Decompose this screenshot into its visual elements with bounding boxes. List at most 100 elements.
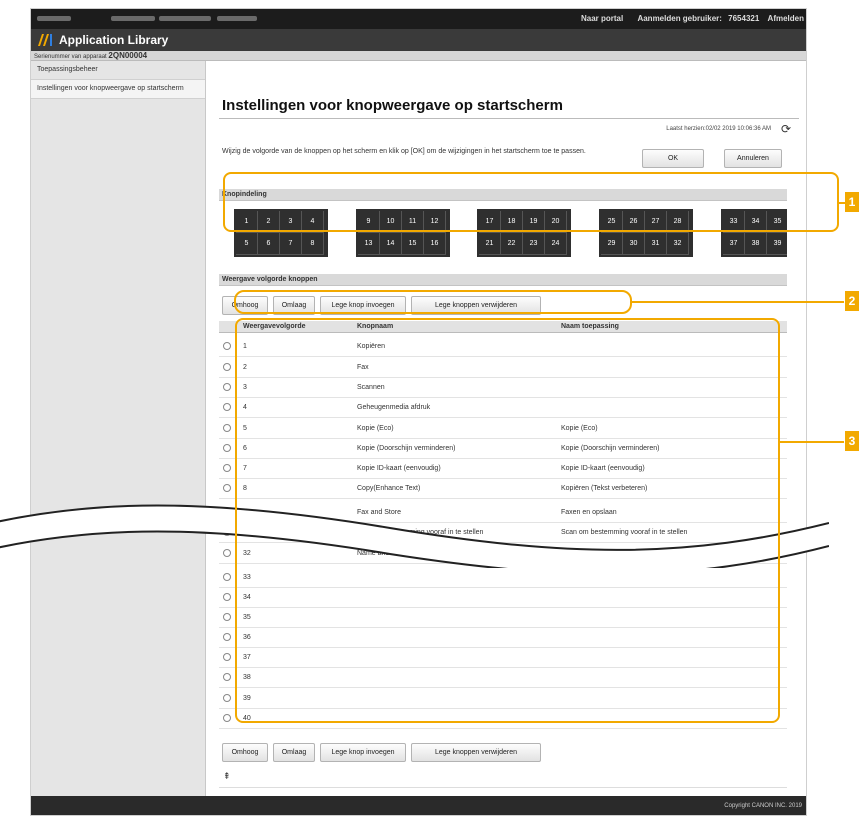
- ok-button[interactable]: OK: [642, 149, 704, 168]
- row-select-radio[interactable]: [223, 549, 231, 557]
- layout-button[interactable]: 23: [523, 233, 545, 255]
- move-up-button[interactable]: Omhoog: [222, 296, 268, 315]
- layout-button[interactable]: 7: [280, 233, 302, 255]
- row-select-radio[interactable]: [223, 464, 231, 472]
- move-down-button[interactable]: Omlaag: [273, 743, 315, 762]
- layout-button[interactable]: 13: [358, 233, 380, 255]
- layout-button[interactable]: 27: [645, 211, 667, 233]
- layout-button[interactable]: 30: [623, 233, 645, 255]
- row-select-radio[interactable]: [223, 633, 231, 641]
- table-row[interactable]: 34: [219, 588, 787, 608]
- button-group-3: 17 18 19 20 21 22 23 24: [477, 209, 571, 257]
- blurred-text: [111, 16, 155, 21]
- layout-button[interactable]: 18: [501, 211, 523, 233]
- table-row[interactable]: 2 Fax: [219, 358, 787, 378]
- layout-button[interactable]: 26: [623, 211, 645, 233]
- callout-badge-2: 2: [845, 291, 859, 311]
- cancel-button[interactable]: Annuleren: [724, 149, 782, 168]
- table-row[interactable]: 5 Kopie (Eco) Kopie (Eco): [219, 419, 787, 439]
- row-select-radio[interactable]: [223, 444, 231, 452]
- table-row[interactable]: 33: [219, 568, 787, 588]
- table-row[interactable]: 7 Kopie ID-kaart (eenvoudig) Kopie ID-kaar…: [219, 459, 787, 479]
- layout-button[interactable]: 32: [667, 233, 689, 255]
- row-select-radio[interactable]: [223, 613, 231, 621]
- row-select-radio[interactable]: [223, 573, 231, 581]
- layout-button[interactable]: 35: [767, 211, 787, 233]
- row-select-radio[interactable]: [223, 694, 231, 702]
- table-row[interactable]: 37: [219, 648, 787, 668]
- row-select-radio[interactable]: [223, 528, 231, 536]
- layout-button[interactable]: 11: [402, 211, 424, 233]
- layout-button[interactable]: 3: [280, 211, 302, 233]
- table-row[interactable]: 40: [219, 709, 787, 729]
- row-select-radio[interactable]: [223, 653, 231, 661]
- layout-button[interactable]: 16: [424, 233, 446, 255]
- move-up-button[interactable]: Omhoog: [222, 743, 268, 762]
- table-row[interactable]: 1 Kopiëren: [219, 337, 787, 357]
- layout-button[interactable]: 22: [501, 233, 523, 255]
- row-select-radio[interactable]: [223, 342, 231, 350]
- table-row[interactable]: 6 Kopie (Doorschijn verminderen) Kopie (Do…: [219, 439, 787, 459]
- layout-button[interactable]: 25: [601, 211, 623, 233]
- row-select-radio[interactable]: [223, 424, 231, 432]
- display-order-cell: 40: [243, 715, 251, 722]
- layout-button[interactable]: 31: [645, 233, 667, 255]
- move-down-button[interactable]: Omlaag: [273, 296, 315, 315]
- table-row[interactable]: 39: [219, 689, 787, 709]
- row-select-radio[interactable]: [223, 403, 231, 411]
- portal-link[interactable]: Naar portal: [581, 14, 623, 23]
- layout-button[interactable]: 12: [424, 211, 446, 233]
- layout-button[interactable]: 37: [723, 233, 745, 255]
- table-row[interactable]: 9 Fax and Store Faxen en opslaan: [219, 503, 787, 523]
- layout-button[interactable]: 38: [745, 233, 767, 255]
- layout-button[interactable]: 29: [601, 233, 623, 255]
- sidebar-item-button-display-settings[interactable]: Instellingen voor knopweergave op starts…: [31, 80, 205, 99]
- row-select-radio[interactable]: [223, 484, 231, 492]
- layout-button[interactable]: 10: [380, 211, 402, 233]
- table-row[interactable]: 4 Geheugenmedia afdruk: [219, 398, 787, 418]
- layout-button[interactable]: 15: [402, 233, 424, 255]
- insert-blank-button[interactable]: Lege knop invoegen: [320, 296, 406, 315]
- table-row[interactable]: 36: [219, 628, 787, 648]
- table-row[interactable]: 32 Name and Scan Naam geven en scannen: [219, 544, 787, 564]
- app-name-cell: Kopie (Doorschijn verminderen): [561, 445, 660, 452]
- layout-button[interactable]: 17: [479, 211, 501, 233]
- blurred-text: [217, 16, 257, 21]
- table-row[interactable]: 35: [219, 608, 787, 628]
- row-select-radio[interactable]: [223, 508, 231, 516]
- layout-button[interactable]: 24: [545, 233, 567, 255]
- layout-button[interactable]: 8: [302, 233, 324, 255]
- sidebar-item-application-management[interactable]: Toepassingsbeheer: [31, 61, 205, 80]
- layout-button[interactable]: 20: [545, 211, 567, 233]
- layout-button[interactable]: 34: [745, 211, 767, 233]
- layout-button[interactable]: 19: [523, 211, 545, 233]
- table-row[interactable]: 38: [219, 668, 787, 688]
- row-select-radio[interactable]: [223, 673, 231, 681]
- layout-button[interactable]: 2: [258, 211, 280, 233]
- row-select-radio[interactable]: [223, 363, 231, 371]
- remove-blanks-button[interactable]: Lege knoppen verwijderen: [411, 296, 541, 315]
- callout-connector: [780, 441, 844, 443]
- remove-blanks-button[interactable]: Lege knoppen verwijderen: [411, 743, 541, 762]
- row-select-radio[interactable]: [223, 593, 231, 601]
- table-row[interactable]: 3 Scannen: [219, 378, 787, 398]
- layout-button[interactable]: 5: [236, 233, 258, 255]
- layout-button[interactable]: 4: [302, 211, 324, 233]
- table-row[interactable]: 8 Copy(Enhance Text) Kopiëren (Tekst verbe…: [219, 479, 787, 499]
- insert-blank-button[interactable]: Lege knop invoegen: [320, 743, 406, 762]
- layout-button[interactable]: 9: [358, 211, 380, 233]
- layout-button[interactable]: 21: [479, 233, 501, 255]
- table-row[interactable]: 31 Scan om bestemming vooraf in te stelle…: [219, 523, 787, 543]
- layout-button[interactable]: 33: [723, 211, 745, 233]
- row-select-radio[interactable]: [223, 383, 231, 391]
- layout-button[interactable]: 28: [667, 211, 689, 233]
- scroll-to-top-icon[interactable]: ⇞: [223, 771, 231, 782]
- logout-link[interactable]: Afmelden: [768, 14, 804, 23]
- refresh-icon[interactable]: ⟳: [781, 122, 791, 136]
- layout-button[interactable]: 14: [380, 233, 402, 255]
- layout-button[interactable]: 6: [258, 233, 280, 255]
- row-select-radio[interactable]: [223, 714, 231, 722]
- user-id: 7654321: [728, 14, 760, 23]
- layout-button[interactable]: 1: [236, 211, 258, 233]
- layout-button[interactable]: 39: [767, 233, 787, 255]
